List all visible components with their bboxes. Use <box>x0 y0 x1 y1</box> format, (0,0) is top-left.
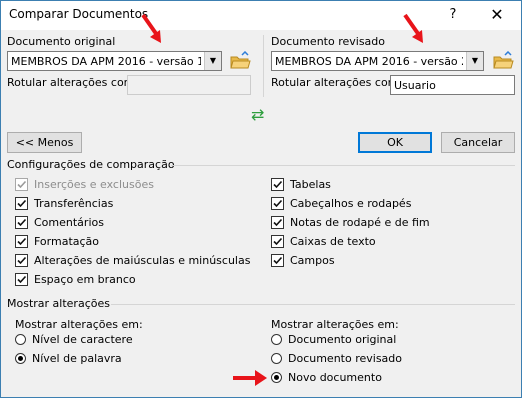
radio-label: Nível de caractere <box>32 333 133 346</box>
checkbox[interactable] <box>271 216 284 229</box>
open-folder-icon[interactable] <box>229 50 251 71</box>
revised-document-label: Documento revisado <box>271 35 386 48</box>
checkbox[interactable] <box>15 197 28 210</box>
checkbox-label: Notas de rodapé e de fim <box>290 216 430 229</box>
radio-label: Novo documento <box>288 371 382 384</box>
checkbox-label: Inserções e exclusões <box>34 178 154 191</box>
revised-label-changes-field[interactable]: Usuario <box>390 75 515 95</box>
chevron-down-icon[interactable]: ▼ <box>466 52 483 70</box>
radio-item[interactable]: Novo documento <box>271 371 382 384</box>
checkbox-label: Tabelas <box>290 178 331 191</box>
radio-button[interactable] <box>15 353 26 364</box>
radio-label: Documento original <box>288 333 397 346</box>
divider <box>263 35 264 97</box>
checkbox-label: Formatação <box>34 235 100 248</box>
radio-label: Documento revisado <box>288 352 403 365</box>
section-divider <box>111 304 515 305</box>
swap-documents-icon[interactable]: ⇄ <box>251 105 264 124</box>
revised-label-changes-label: Rotular alterações com <box>271 76 399 89</box>
title-bar: Comparar Documentos ? ✕ <box>1 1 521 30</box>
radio-button[interactable] <box>271 334 282 345</box>
radio-button[interactable] <box>271 353 282 364</box>
checkbox[interactable] <box>15 216 28 229</box>
radio-item[interactable]: Documento revisado <box>271 352 402 365</box>
revised-label-changes-value: Usuario <box>394 79 436 92</box>
less-button[interactable]: << Menos <box>7 132 82 153</box>
radio-label: Nível de palavra <box>32 352 122 365</box>
show-changes-right-title: Mostrar alterações em: <box>271 318 399 331</box>
checkbox-label: Alterações de maiúsculas e minúsculas <box>34 254 251 267</box>
dialog-title: Comparar Documentos <box>9 7 149 21</box>
checkbox-item[interactable]: Comentários <box>15 216 104 229</box>
radio-item[interactable]: Nível de palavra <box>15 352 122 365</box>
annotation-arrow-icon <box>233 370 267 386</box>
checkbox-item[interactable]: Alterações de maiúsculas e minúsculas <box>15 254 250 267</box>
help-button[interactable]: ? <box>438 5 468 25</box>
checkbox-item[interactable]: Notas de rodapé e de fim <box>271 216 430 229</box>
checkbox-item[interactable]: Espaço em branco <box>15 273 136 286</box>
checkbox-item[interactable]: Caixas de texto <box>271 235 376 248</box>
original-document-value: MEMBROS DA APM 2016 - versão 1 [Mo <box>11 55 201 68</box>
checkbox-item: Inserções e exclusões <box>15 178 154 191</box>
radio-item[interactable]: Nível de caractere <box>15 333 133 346</box>
open-folder-icon[interactable] <box>492 50 514 71</box>
annotation-arrow-icon <box>141 13 161 43</box>
show-changes-left-title: Mostrar alterações em: <box>15 318 143 331</box>
radio-button[interactable] <box>15 334 26 345</box>
checkbox[interactable] <box>271 254 284 267</box>
checkbox[interactable] <box>271 178 284 191</box>
checkbox-label: Espaço em branco <box>34 273 136 286</box>
original-label-changes-field <box>127 75 251 95</box>
checkbox <box>15 178 28 191</box>
revised-document-value: MEMBROS DA APM 2016 - versão 2 [Mo <box>275 55 463 68</box>
comparison-settings-title: Configurações de comparação <box>7 158 175 171</box>
checkbox-item[interactable]: Formatação <box>15 235 99 248</box>
checkbox[interactable] <box>271 235 284 248</box>
chevron-down-icon[interactable]: ▼ <box>204 52 221 70</box>
section-divider <box>171 165 515 166</box>
close-button[interactable]: ✕ <box>479 5 515 25</box>
checkbox[interactable] <box>15 254 28 267</box>
compare-documents-dialog: Comparar Documentos ? ✕ Documento origin… <box>0 0 522 398</box>
revised-document-combo[interactable]: MEMBROS DA APM 2016 - versão 2 [Mo ▼ <box>271 51 484 71</box>
cancel-button[interactable]: Cancelar <box>441 132 515 153</box>
radio-item[interactable]: Documento original <box>271 333 396 346</box>
checkbox-item[interactable]: Tabelas <box>271 178 331 191</box>
checkbox-item[interactable]: Campos <box>271 254 335 267</box>
checkbox-label: Transferências <box>34 197 114 210</box>
show-changes-title: Mostrar alterações <box>7 297 110 310</box>
ok-button[interactable]: OK <box>358 132 432 153</box>
checkbox-label: Cabeçalhos e rodapés <box>290 197 412 210</box>
checkbox-label: Comentários <box>34 216 104 229</box>
annotation-arrow-icon <box>403 13 423 43</box>
original-document-label: Documento original <box>7 35 116 48</box>
original-document-combo[interactable]: MEMBROS DA APM 2016 - versão 1 [Mo ▼ <box>7 51 222 71</box>
checkbox-item[interactable]: Cabeçalhos e rodapés <box>271 197 411 210</box>
checkbox[interactable] <box>15 273 28 286</box>
checkbox-item[interactable]: Transferências <box>15 197 113 210</box>
checkbox[interactable] <box>271 197 284 210</box>
checkbox[interactable] <box>15 235 28 248</box>
checkbox-label: Caixas de texto <box>290 235 376 248</box>
original-label-changes-label: Rotular alterações com <box>7 76 135 89</box>
radio-button[interactable] <box>271 372 282 383</box>
checkbox-label: Campos <box>290 254 335 267</box>
